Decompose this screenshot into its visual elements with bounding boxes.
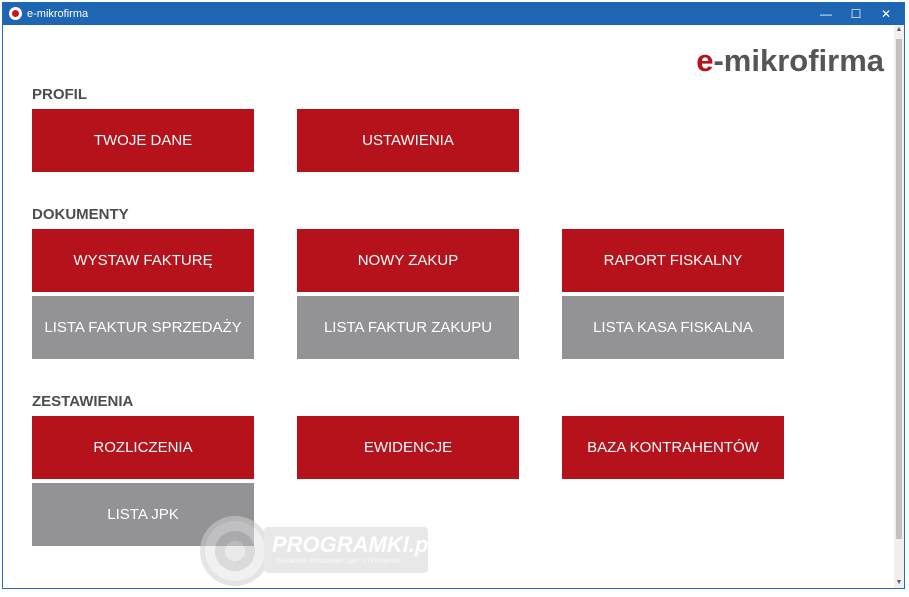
logo-prefix: e — [696, 43, 714, 78]
scroll-down-icon[interactable]: ▼ — [894, 578, 904, 588]
tile-twoje-dane[interactable]: TWOJE DANE — [32, 109, 254, 172]
tile-baza-kontrahentow[interactable]: BAZA KONTRAHENTÓW — [562, 416, 784, 479]
scrollbar-thumb[interactable] — [896, 39, 902, 539]
tile-ustawienia[interactable]: USTAWIENIA — [297, 109, 519, 172]
maximize-button[interactable]: ☐ — [841, 3, 871, 25]
section-title-profil: PROFIL — [32, 86, 87, 103]
watermark-brand: PROGRAMKI.pl — [272, 532, 435, 557]
tile-nowy-zakup[interactable]: NOWY ZAKUP — [297, 229, 519, 292]
tile-lista-faktur-zakupu[interactable]: LISTA FAKTUR ZAKUPU — [297, 296, 519, 359]
minimize-button[interactable]: — — [811, 3, 841, 25]
watermark-logo-icon — [200, 516, 270, 586]
window-title: e-mikrofirma — [27, 8, 89, 20]
watermark-box: PROGRAMKI.pl DARMOWE PROGRAMY, GRY, STER… — [264, 527, 435, 573]
scroll-up-icon[interactable]: ▲ — [894, 25, 904, 35]
tile-lista-kasa-fiskalna[interactable]: LISTA KASA FISKALNA — [562, 296, 784, 359]
tile-ewidencje[interactable]: EWIDENCJE — [297, 416, 519, 479]
tile-raport-fiskalny[interactable]: RAPORT FISKALNY — [562, 229, 784, 292]
close-button[interactable]: ✕ — [871, 3, 901, 25]
vertical-scrollbar[interactable]: ▲ ▼ — [894, 25, 904, 588]
tile-wystaw-fakture[interactable]: WYSTAW FAKTURĘ — [32, 229, 254, 292]
app-window: e-mikrofirma — ☐ ✕ e-mikrofirma PROFIL T… — [2, 2, 905, 589]
app-icon — [9, 7, 22, 20]
logo-rest: -mikrofirma — [713, 43, 884, 78]
section-title-zestawienia: ZESTAWIENIA — [32, 393, 134, 410]
title-bar[interactable]: e-mikrofirma — ☐ ✕ — [3, 3, 904, 25]
watermark-tagline: DARMOWE PROGRAMY, GRY, STEROWNIKI — [276, 559, 401, 565]
tile-rozliczenia[interactable]: ROZLICZENIA — [32, 416, 254, 479]
section-title-dokumenty: DOKUMENTY — [32, 206, 129, 223]
tile-lista-faktur-sprzedazy[interactable]: LISTA FAKTUR SPRZEDAŻY — [32, 296, 254, 359]
watermark: PROGRAMKI.pl DARMOWE PROGRAMY, GRY, STER… — [200, 516, 435, 586]
app-logo: e-mikrofirma — [696, 43, 884, 79]
